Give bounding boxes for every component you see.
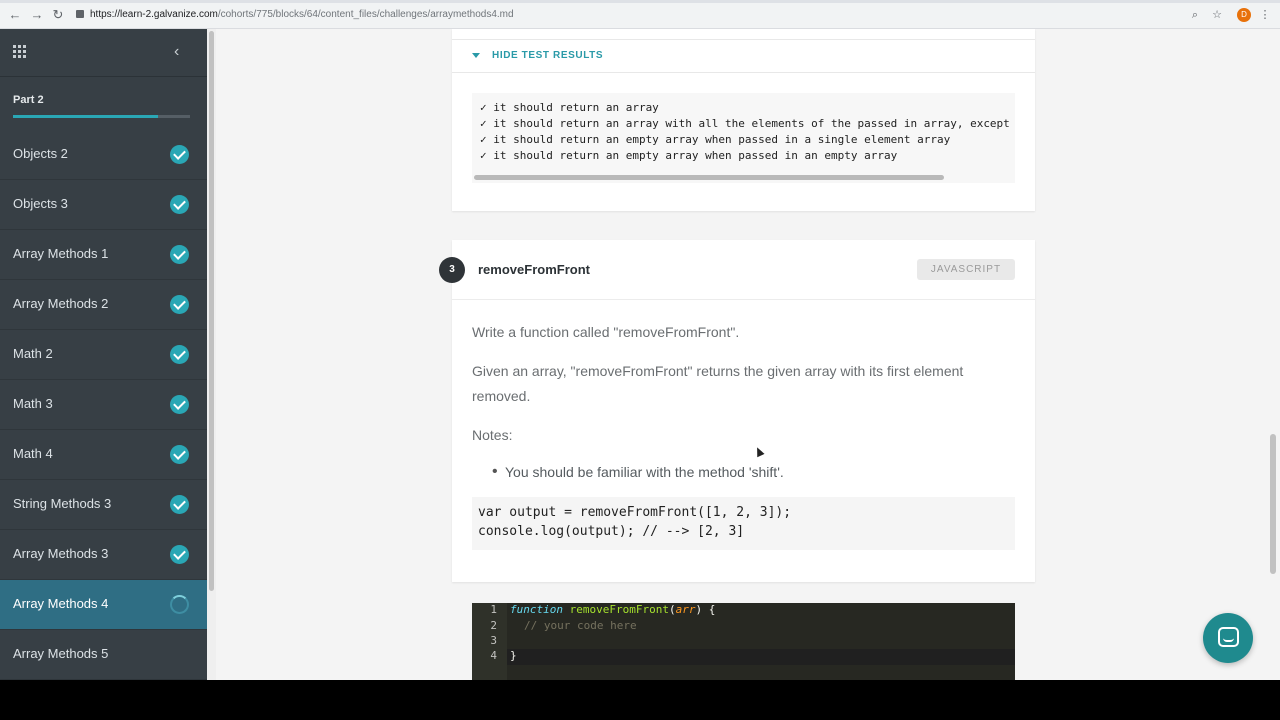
notes-label: Notes: [472, 427, 513, 443]
sidebar-item[interactable]: Math 4 [0, 430, 207, 480]
sidebar-item-label: Math 3 [13, 396, 53, 411]
sidebar-item-label: Array Methods 2 [13, 296, 109, 311]
sidebar-scrollbar[interactable] [209, 31, 214, 591]
sidebar-item[interactable]: Array Methods 1 [0, 230, 207, 280]
bookmark-star-icon[interactable]: ☆ [1210, 7, 1224, 23]
test-results-card: HIDE TEST RESULTS ✓ it should return an … [452, 29, 1035, 211]
menu-kebab-icon[interactable]: ⋮ [1259, 7, 1271, 23]
check-circle-icon [170, 245, 189, 264]
sidebar-item[interactable]: Array Methods 4 [0, 580, 207, 630]
challenge-description: Given an array, "removeFromFront" return… [472, 363, 964, 404]
active-line-highlight [507, 649, 1015, 665]
sidebar-item[interactable]: Objects 3 [0, 180, 207, 230]
sidebar-item-label: Array Methods 1 [13, 246, 109, 261]
challenge-header: 3 removeFromFront JAVASCRIPT [439, 240, 1035, 300]
check-circle-icon [170, 345, 189, 364]
forward-icon[interactable]: → [29, 7, 45, 23]
check-circle-icon [170, 395, 189, 414]
lock-icon [76, 10, 84, 18]
sidebar-item-label: String Methods 3 [13, 496, 112, 511]
sidebar-header: ‹ [0, 29, 207, 77]
profile-avatar[interactable]: D [1237, 8, 1251, 22]
hide-test-results-button[interactable]: HIDE TEST RESULTS [452, 39, 1035, 73]
example-code-block: var output = removeFromFront([1, 2, 3]);… [472, 497, 1015, 550]
sidebar-item-label: Objects 3 [13, 196, 68, 211]
address-bar[interactable]: https://learn-2.galvanize.com/cohorts/77… [76, 6, 1256, 24]
back-icon[interactable]: ← [7, 7, 23, 23]
check-circle-icon [170, 295, 189, 314]
line-number: 2 [490, 619, 497, 632]
tab-strip [0, 0, 1280, 3]
progress-spinner-icon [170, 595, 189, 614]
part-title: Part 2 [13, 94, 44, 106]
check-circle-icon [170, 195, 189, 214]
sidebar-item-label: Array Methods 5 [13, 646, 109, 661]
zoom-icon[interactable]: ⌕ [1188, 7, 1202, 23]
sidebar-item[interactable]: Math 3 [0, 380, 207, 430]
test-result-line: ✓ it should return an empty array when p… [480, 133, 951, 146]
chat-launcher-button[interactable] [1203, 613, 1253, 663]
sidebar-item[interactable]: Array Methods 5 [0, 630, 207, 680]
part-progress-bar [13, 115, 190, 118]
results-horizontal-scrollbar[interactable] [474, 175, 944, 180]
sidebar-item-label: Math 4 [13, 446, 53, 461]
url-path: /cohorts/775/blocks/64/content_files/cha… [217, 9, 514, 20]
module-list: Objects 2 Objects 3 Array Methods 1 Array M… [0, 130, 207, 680]
sidebar-item[interactable]: Math 2 [0, 330, 207, 380]
language-badge: JAVASCRIPT [917, 259, 1015, 280]
editor-line-4[interactable]: } [510, 649, 517, 662]
test-result-line: ✓ it should return an array [480, 101, 659, 114]
editor-line-1[interactable]: function removeFromFront(arr) { [510, 603, 715, 616]
hide-test-results-label: HIDE TEST RESULTS [492, 50, 604, 61]
line-number: 1 [490, 603, 497, 616]
apps-grid-icon[interactable] [13, 45, 28, 60]
browser-toolbar: ← → ↻ https://learn-2.galvanize.com/coho… [0, 0, 1280, 29]
main-scrollbar[interactable] [1270, 434, 1276, 574]
line-number: 4 [490, 649, 497, 662]
sidebar-item-label: Objects 2 [13, 146, 68, 161]
challenge-card: 3 removeFromFront JAVASCRIPT Write a fun… [439, 240, 1035, 582]
caret-down-icon [472, 53, 480, 58]
check-circle-icon [170, 545, 189, 564]
code-editor[interactable]: 1 2 3 4 function removeFromFront(arr) { … [472, 603, 1015, 680]
argument-token: arr [675, 603, 696, 616]
test-results-output: ✓ it should return an array ✓ it should … [472, 93, 1015, 183]
challenge-description: Write a function called "removeFromFront… [472, 324, 740, 340]
comment-token: // your code here [524, 619, 637, 632]
editor-gutter: 1 2 3 4 [472, 603, 507, 680]
sidebar-item-label: Array Methods 4 [13, 596, 109, 611]
reload-icon[interactable]: ↻ [50, 7, 66, 23]
keyword-token: function [510, 603, 563, 616]
editor-line-2[interactable]: // your code here [524, 619, 637, 632]
sidebar-item-label: Array Methods 3 [13, 546, 109, 561]
example-code-line: console.log(output); // --> [2, 3] [478, 524, 745, 539]
challenge-number-badge: 3 [439, 257, 465, 283]
function-name-token: removeFromFront [569, 603, 669, 616]
chevron-left-icon[interactable]: ‹ [174, 43, 188, 61]
example-code-line: var output = removeFromFront([1, 2, 3]); [478, 505, 792, 520]
sidebar-item[interactable]: Array Methods 3 [0, 530, 207, 580]
sidebar-item[interactable]: String Methods 3 [0, 480, 207, 530]
url-host: https://learn-2.galvanize.com [90, 9, 218, 20]
check-circle-icon [170, 495, 189, 514]
sidebar-item[interactable]: Objects 2 [0, 130, 207, 180]
test-result-line: ✓ it should return an array with all the… [480, 117, 1015, 130]
chat-icon [1218, 627, 1239, 647]
page: ‹ Part 2 Objects 2 Objects 3 Array Methods… [0, 29, 1280, 680]
sidebar-item[interactable]: Array Methods 2 [0, 280, 207, 330]
part-progress-fill [13, 115, 159, 118]
bullet-icon: • [492, 463, 498, 480]
test-result-line: ✓ it should return an empty array when p… [480, 149, 898, 162]
sidebar-item-label: Math 2 [13, 346, 53, 361]
challenge-title: removeFromFront [478, 262, 590, 277]
line-number: 3 [490, 634, 497, 647]
note-item: You should be familiar with the method '… [505, 464, 784, 480]
check-circle-icon [170, 445, 189, 464]
sidebar: ‹ Part 2 Objects 2 Objects 3 Array Methods… [0, 29, 207, 680]
check-circle-icon [170, 145, 189, 164]
